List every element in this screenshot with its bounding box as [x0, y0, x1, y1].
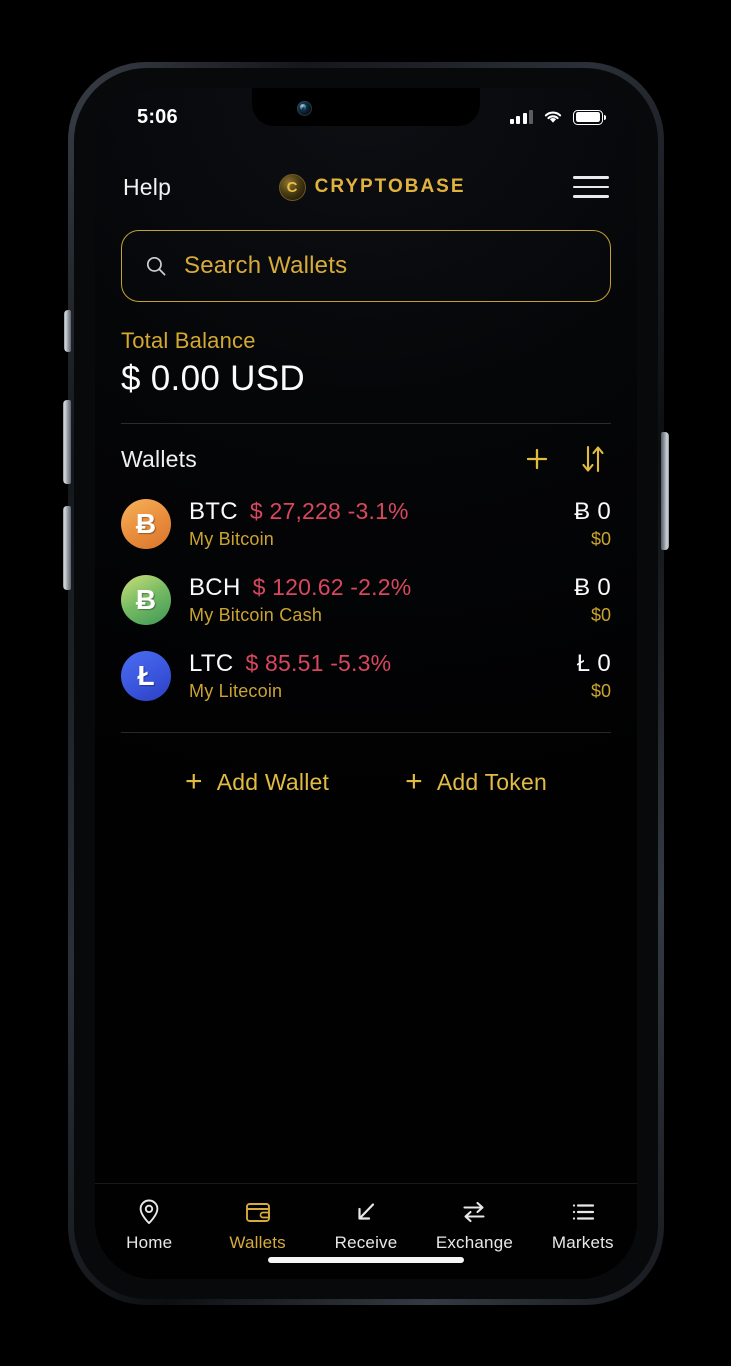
- plus-icon: +: [185, 765, 203, 798]
- display-notch: [252, 88, 480, 126]
- divider-bottom: [121, 732, 611, 733]
- plus-icon[interactable]: [523, 445, 551, 473]
- cellular-signal-icon: [509, 109, 533, 124]
- total-balance-label: Total Balance: [121, 328, 256, 353]
- wallets-actions: [523, 444, 607, 474]
- litecoin-icon: Ł: [121, 651, 171, 701]
- tab-wallets-label: Wallets: [229, 1233, 286, 1252]
- tab-wallets[interactable]: Wallets: [203, 1198, 311, 1253]
- mute-switch-button[interactable]: [64, 310, 71, 352]
- tab-exchange-label: Exchange: [435, 1233, 514, 1252]
- wallet-fiat-value: $0: [590, 681, 611, 701]
- tab-exchange[interactable]: Exchange: [420, 1198, 528, 1253]
- wallet-info: BCH $ 120.62 -2.2% My Bitcoin Cash: [189, 574, 556, 626]
- search-icon: [146, 256, 166, 276]
- power-button[interactable]: [661, 432, 669, 550]
- brand-logo: C CRYPTOBASE: [278, 173, 466, 201]
- tab-receive-label: Receive: [334, 1233, 398, 1252]
- hamburger-menu-icon[interactable]: [573, 170, 609, 203]
- search-placeholder: Search Wallets: [184, 252, 348, 279]
- battery-full-icon: [573, 109, 606, 125]
- wallet-symbol: LTC: [189, 650, 234, 677]
- add-wallet-label: Add Wallet: [216, 768, 330, 795]
- wallet-icon: [244, 1198, 272, 1226]
- wallet-balance: Ł 0 $0: [577, 650, 611, 702]
- wallet-amount: Ƀ 0: [574, 498, 611, 525]
- add-wallet-button[interactable]: + Add Wallet: [185, 767, 329, 797]
- plus-icon: +: [405, 765, 423, 798]
- search-wallets-input[interactable]: Search Wallets: [121, 230, 611, 302]
- main-content: Search Wallets Total Balance $ 0.00 USD …: [95, 214, 637, 1183]
- wallet-info: BTC $ 27,228 -3.1% My Bitcoin: [189, 498, 556, 550]
- tab-home-label: Home: [126, 1233, 173, 1252]
- wallet-info: LTC $ 85.51 -5.3% My Litecoin: [189, 650, 559, 702]
- tab-markets[interactable]: Markets: [529, 1198, 637, 1253]
- add-token-label: Add Token: [436, 768, 547, 795]
- bottom-tab-bar: Home Wallets Receive Exchange Markets: [95, 1183, 637, 1279]
- wallet-balance: Ƀ 0 $0: [574, 574, 611, 626]
- wallet-price-change: $ 27,228 -3.1%: [249, 498, 409, 524]
- wallet-price-change: $ 85.51 -5.3%: [245, 650, 392, 676]
- wallet-name: My Litecoin: [189, 681, 283, 701]
- wallet-amount: Ƀ 0: [574, 574, 611, 601]
- status-time: 5:06: [137, 105, 178, 128]
- wallet-balance: Ƀ 0 $0: [574, 498, 611, 550]
- brand-name: CRYPTOBASE: [314, 176, 466, 197]
- wallet-price-change: $ 120.62 -2.2%: [252, 574, 412, 600]
- tab-home[interactable]: Home: [95, 1198, 203, 1253]
- wallet-row[interactable]: Ƀ BCH $ 120.62 -2.2% My Bitcoin Cash Ƀ 0…: [121, 574, 611, 626]
- wallet-row[interactable]: Ł LTC $ 85.51 -5.3% My Litecoin Ł 0 $0: [121, 650, 611, 702]
- phone-screen: 5:06 Help C CRYPTOBASE Search Wallets To…: [95, 88, 637, 1279]
- volume-down-button[interactable]: [63, 506, 71, 590]
- wallets-section-header: Wallets: [121, 444, 611, 474]
- tab-markets-label: Markets: [551, 1233, 614, 1252]
- wallet-row[interactable]: Ƀ BTC $ 27,228 -3.1% My Bitcoin Ƀ 0 $0: [121, 498, 611, 550]
- total-balance-block: Total Balance $ 0.00 USD: [121, 328, 611, 399]
- divider-top: [121, 423, 611, 424]
- home-indicator[interactable]: [268, 1257, 464, 1263]
- swap-arrows-icon: [460, 1198, 488, 1226]
- wallet-symbol: BTC: [189, 498, 238, 525]
- wallet-symbol: BCH: [189, 574, 241, 601]
- location-pin-icon: [136, 1198, 162, 1226]
- status-icon-group: [509, 109, 606, 125]
- app-header: Help C CRYPTOBASE: [95, 160, 637, 214]
- arrow-down-left-icon: [353, 1198, 379, 1226]
- add-token-button[interactable]: + Add Token: [405, 767, 547, 797]
- cryptobase-coin-icon: C: [278, 173, 306, 201]
- help-link[interactable]: Help: [123, 174, 171, 201]
- wallet-name: My Bitcoin Cash: [189, 605, 323, 625]
- bitcoin-icon: Ƀ: [121, 499, 171, 549]
- wifi-icon: [544, 111, 562, 123]
- wallet-fiat-value: $0: [590, 529, 611, 549]
- front-camera-icon: [297, 101, 312, 116]
- wallet-amount: Ł 0: [576, 650, 611, 677]
- bitcoin-cash-icon: Ƀ: [121, 575, 171, 625]
- tab-receive[interactable]: Receive: [312, 1198, 420, 1253]
- sort-arrows-icon[interactable]: [579, 444, 607, 474]
- volume-up-button[interactable]: [63, 400, 71, 484]
- wallets-title: Wallets: [121, 445, 197, 472]
- wallet-name: My Bitcoin: [189, 529, 275, 549]
- screenshot-stage: 5:06 Help C CRYPTOBASE Search Wallets To…: [0, 0, 731, 1366]
- wallet-fiat-value: $0: [590, 605, 611, 625]
- add-actions-row: + Add Wallet + Add Token: [121, 767, 611, 797]
- list-icon: [569, 1198, 597, 1226]
- total-balance-value: $ 0.00 USD: [121, 359, 305, 398]
